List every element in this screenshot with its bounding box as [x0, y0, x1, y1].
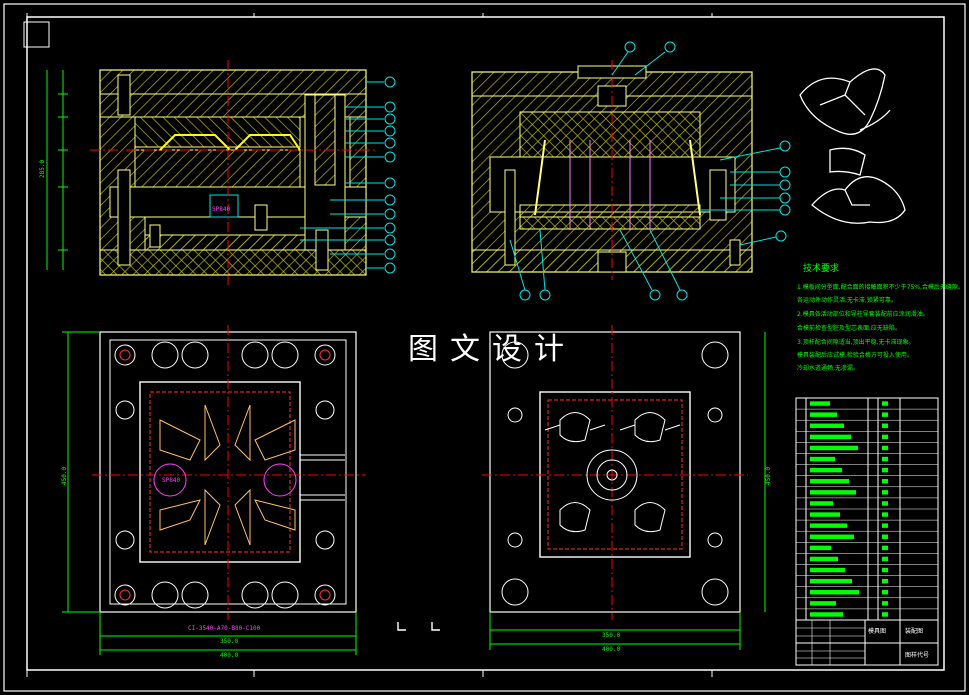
bom-row-qty-placeholder	[882, 423, 888, 428]
bom-row-text-placeholder	[810, 512, 840, 517]
bom-row-text-placeholder	[810, 479, 849, 484]
bom-row-text-placeholder	[810, 467, 842, 473]
bom-row-qty-placeholder	[882, 556, 888, 562]
plan-view-left: SP840 CI-3540-A70-B80-C100 350.0 400.0 4…	[61, 325, 365, 659]
bom-row-qty-placeholder	[882, 490, 888, 495]
bom-row-qty-placeholder	[882, 445, 888, 451]
bom-row-text-placeholder	[810, 501, 833, 506]
tech-req-line-7: 冷却水道通畅,无渗漏。	[797, 364, 859, 372]
bom-row-text-placeholder	[810, 412, 837, 417]
bom-row-text-placeholder	[810, 523, 847, 528]
bom-row-qty-placeholder	[882, 479, 888, 484]
bom-row-text-placeholder	[810, 545, 831, 551]
bom-row-qty-placeholder	[882, 545, 888, 551]
tech-req-line-2: 各运动件动作灵活,无卡滞,锁紧可靠。	[797, 296, 897, 304]
bom-row-text-placeholder	[810, 423, 844, 428]
center-label-left: SP840	[162, 477, 180, 484]
tech-req-line-4: 合模前检查型腔及型芯表面,应无缺陷。	[797, 324, 901, 332]
plan-right-height: 450.0	[765, 467, 772, 485]
plan-view-right: 350.0 400.0 450.0	[482, 325, 772, 653]
bom-row-qty-placeholder	[882, 578, 888, 584]
bom-row-text-placeholder	[810, 601, 836, 606]
section-view-right	[471, 41, 791, 301]
bom-row-qty-placeholder	[882, 534, 888, 539]
bom-row-text-placeholder	[810, 534, 854, 539]
height-dim: 285.0	[39, 160, 46, 178]
bom-row-text-placeholder	[810, 612, 843, 617]
technical-requirements: 技术要求 1.模板间分型面,配合面的接触面积不少于75%,合模后无缝隙。 各运动…	[797, 262, 964, 372]
tech-req-line-1: 1.模板间分型面,配合面的接触面积不少于75%,合模后无缝隙。	[797, 283, 964, 291]
bom-row-text-placeholder	[810, 445, 858, 451]
mold-base-label: CI-3540-A70-B80-C100	[188, 625, 261, 632]
section-markers	[397, 622, 440, 631]
bom-row-qty-placeholder	[882, 567, 888, 573]
product-isometric-views	[799, 68, 906, 224]
title-drawing-name: 模具图	[868, 627, 886, 635]
bom-row-qty-placeholder	[882, 412, 888, 417]
section-view-left: SP840 285.0	[39, 60, 396, 285]
cad-drawing-canvas: { "watermark": "图文设计", "tech_requirement…	[0, 0, 969, 695]
bom-row-qty-placeholder	[882, 434, 888, 440]
bom-rows	[796, 401, 938, 617]
bom-row-qty-placeholder	[882, 501, 888, 506]
plan-right-width-b: 400.0	[602, 646, 620, 653]
bom-row-qty-placeholder	[882, 467, 888, 473]
watermark-text: 图文设计	[408, 332, 576, 367]
spring-label: SP840	[212, 206, 230, 213]
bom-row-text-placeholder	[810, 567, 845, 573]
bom-row-text-placeholder	[810, 590, 859, 595]
plan-right-width-a: 350.0	[602, 632, 620, 639]
bom-row-text-placeholder	[810, 490, 856, 495]
tech-req-line-3: 2.模具各活动部位和导柱导套装配前应涂润滑油。	[797, 310, 929, 318]
bom-row-text-placeholder	[810, 401, 830, 406]
plan-left-width-a: 350.0	[220, 638, 238, 645]
bom-row-qty-placeholder	[882, 601, 888, 606]
bom-row-text-placeholder	[810, 556, 838, 562]
bom-row-qty-placeholder	[882, 523, 888, 528]
tech-req-line-5: 3.顶杆配合间隙适当,顶出平稳,无卡滞现象。	[797, 338, 915, 346]
bom-row-qty-placeholder	[882, 401, 888, 406]
tech-req-title: 技术要求	[803, 262, 839, 274]
bom-row-qty-placeholder	[882, 512, 888, 517]
plan-left-height: 450.0	[61, 467, 68, 485]
bom-row-text-placeholder	[810, 578, 852, 584]
bom-row-text-placeholder	[810, 434, 851, 440]
title-school: 装配图	[905, 627, 923, 635]
title-number: 图样代号	[905, 651, 929, 659]
bom-row-qty-placeholder	[882, 590, 888, 595]
bom-row-text-placeholder	[810, 456, 835, 462]
tech-req-line-6: 模具装配后应试模,检验合格方可投入使用。	[797, 351, 913, 359]
bom-row-qty-placeholder	[882, 456, 888, 462]
bom-row-qty-placeholder	[882, 612, 888, 617]
plan-left-width-b: 400.0	[220, 652, 238, 659]
